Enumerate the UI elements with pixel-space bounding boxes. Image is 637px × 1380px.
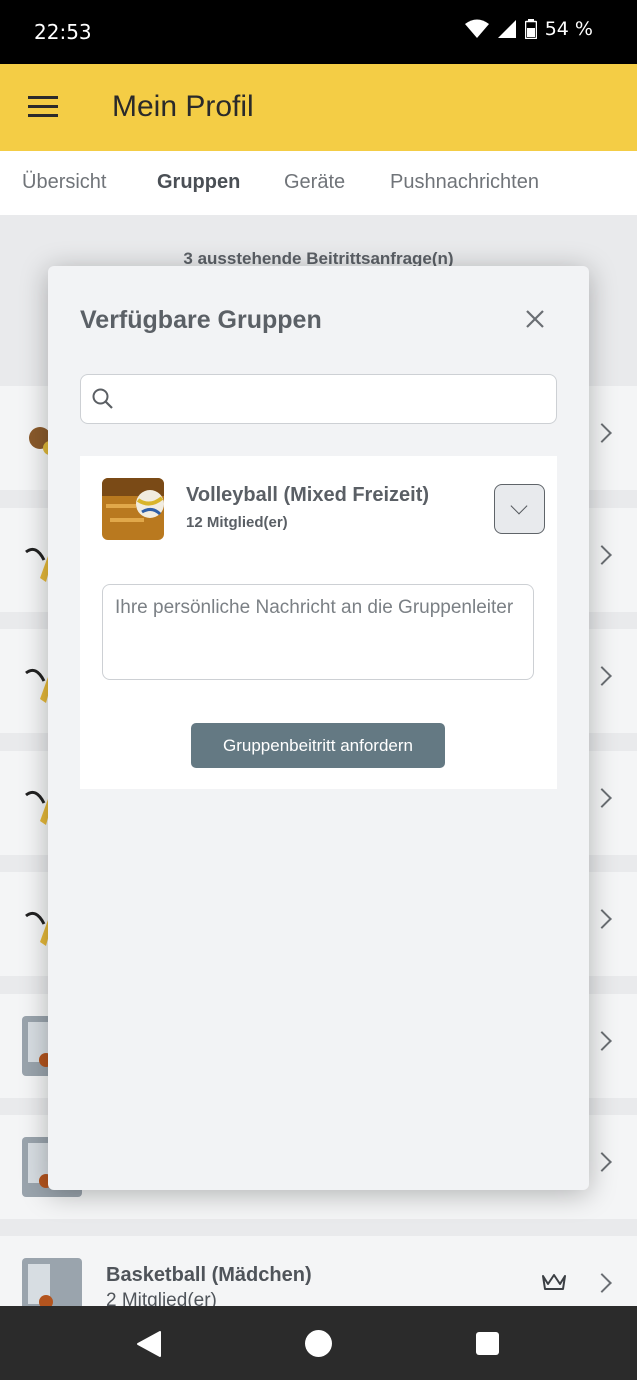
expand-button[interactable] xyxy=(494,484,545,534)
tab-devices[interactable]: Geräte xyxy=(284,171,345,194)
crown-icon xyxy=(542,1274,566,1290)
close-icon[interactable] xyxy=(524,308,546,330)
group-member-count: 12 Mitglied(er) xyxy=(186,514,288,531)
battery-icon xyxy=(524,19,537,39)
available-groups-dialog: Verfügbare Gruppen Volleyball (Mixed Fre… xyxy=(48,266,589,1190)
chevron-right-icon xyxy=(592,1273,612,1293)
group-name: Volleyball (Mixed Freizeit) xyxy=(186,484,430,506)
tab-bar: Übersicht Gruppen Geräte Pushnachrichten xyxy=(0,151,637,215)
recents-icon[interactable] xyxy=(476,1332,499,1355)
chevron-right-icon xyxy=(592,666,612,686)
group-card: Volleyball (Mixed Freizeit) 12 Mitglied(… xyxy=(80,456,557,789)
dialog-title: Verfügbare Gruppen xyxy=(80,306,322,334)
signal-icon xyxy=(497,20,516,38)
chevron-right-icon xyxy=(592,909,612,929)
search-input[interactable] xyxy=(123,383,543,415)
page-title: Mein Profil xyxy=(112,90,254,123)
chevron-right-icon xyxy=(592,788,612,808)
back-icon[interactable] xyxy=(136,1330,162,1358)
search-field[interactable] xyxy=(80,374,557,424)
menu-icon[interactable] xyxy=(28,96,60,118)
status-bar: 22:53 54 % xyxy=(0,0,637,64)
system-nav-bar xyxy=(0,1306,637,1380)
group-thumbnail xyxy=(102,478,164,540)
chevron-right-icon xyxy=(592,1031,612,1051)
tab-overview[interactable]: Übersicht xyxy=(22,171,106,194)
message-textarea[interactable] xyxy=(102,584,534,680)
tab-groups[interactable]: Gruppen xyxy=(157,171,240,194)
chevron-down-icon xyxy=(510,497,528,515)
request-join-button[interactable]: Gruppenbeitritt anfordern xyxy=(191,723,445,768)
chevron-right-icon xyxy=(592,423,612,443)
battery-percent: 54 % xyxy=(544,18,593,40)
group-name: Basketball (Mädchen) xyxy=(106,1264,312,1286)
chevron-right-icon xyxy=(592,1152,612,1172)
status-time: 22:53 xyxy=(34,20,92,44)
status-icons: 54 % xyxy=(464,18,593,40)
search-icon xyxy=(92,388,113,409)
tab-push-notifications[interactable]: Pushnachrichten xyxy=(390,171,539,194)
app-bar: Mein Profil xyxy=(0,64,637,151)
home-icon[interactable] xyxy=(305,1330,332,1357)
chevron-right-icon xyxy=(592,545,612,565)
wifi-icon xyxy=(464,19,489,38)
